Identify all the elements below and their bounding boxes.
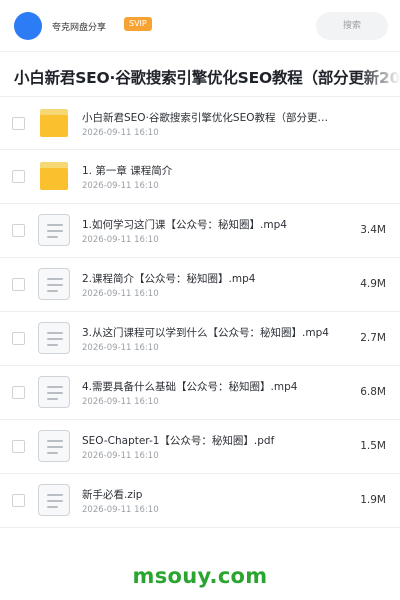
- list-item[interactable]: 1. 第一章 课程简介 2026-09-11 16:10: [0, 150, 400, 204]
- file-icon: [38, 268, 70, 300]
- item-size: 1.5M: [360, 440, 386, 452]
- file-icon: [38, 376, 70, 408]
- item-date: 2026-09-11 16:10: [82, 397, 159, 407]
- item-checkbox[interactable]: [12, 494, 25, 507]
- list-item[interactable]: 小白新君SEO·谷歌搜索引擎优化SEO教程（部分更… 2026-09-11 16…: [0, 96, 400, 150]
- item-date: 2026-09-11 16:10: [82, 235, 159, 245]
- item-size: 6.8M: [360, 386, 386, 398]
- item-checkbox[interactable]: [12, 440, 25, 453]
- header: 夸克网盘分享 SVIP 搜索: [0, 0, 400, 52]
- item-size: 1.9M: [360, 494, 386, 506]
- file-icon: [38, 322, 70, 354]
- item-date: 2026-09-11 16:10: [82, 181, 159, 191]
- item-name: 1.如何学习这门课【公众号：秘知圈】.mp4: [82, 219, 287, 231]
- item-checkbox[interactable]: [12, 278, 25, 291]
- page-title: 小白新君SEO·谷歌搜索引擎优化SEO教程（部分更新2026: [14, 69, 400, 87]
- folder-icon: [40, 162, 68, 190]
- list-item[interactable]: 4.需要具备什么基础【公众号：秘知圈】.mp4 2026-09-11 16:10…: [0, 366, 400, 420]
- list-item[interactable]: 1.如何学习这门课【公众号：秘知圈】.mp4 2026-09-11 16:10 …: [0, 204, 400, 258]
- list-item[interactable]: 2.课程简介【公众号：秘知圈】.mp4 2026-09-11 16:10 4.9…: [0, 258, 400, 312]
- item-checkbox[interactable]: [12, 386, 25, 399]
- item-checkbox[interactable]: [12, 170, 25, 183]
- item-date: 2026-09-11 16:10: [82, 128, 159, 138]
- file-icon: [38, 430, 70, 462]
- file-icon: [38, 484, 70, 516]
- item-name: 2.课程简介【公众号：秘知圈】.mp4: [82, 273, 256, 285]
- item-size: 2.7M: [360, 332, 386, 344]
- item-date: 2026-09-11 16:10: [82, 343, 159, 353]
- item-name: 新手必看.zip: [82, 489, 143, 501]
- item-date: 2026-09-11 16:10: [82, 451, 159, 461]
- item-name: 3.从这门课程可以学到什么【公众号：秘知圈】.mp4: [82, 327, 329, 339]
- search-input[interactable]: 搜索: [316, 12, 388, 40]
- title-fade: [360, 62, 400, 90]
- item-checkbox[interactable]: [12, 224, 25, 237]
- item-name: 1. 第一章 课程简介: [82, 165, 173, 177]
- file-list: 小白新君SEO·谷歌搜索引擎优化SEO教程（部分更… 2026-09-11 16…: [0, 96, 400, 528]
- item-size: 3.4M: [360, 224, 386, 236]
- item-name: 4.需要具备什么基础【公众号：秘知圈】.mp4: [82, 381, 298, 393]
- item-date: 2026-09-11 16:10: [82, 289, 159, 299]
- user-name: 夸克网盘分享: [52, 23, 107, 33]
- svip-badge: SVIP: [124, 17, 152, 31]
- list-item[interactable]: SEO-Chapter-1【公众号：秘知圈】.pdf 2026-09-11 16…: [0, 420, 400, 474]
- item-name: SEO-Chapter-1【公众号：秘知圈】.pdf: [82, 435, 275, 447]
- list-item[interactable]: 新手必看.zip 2026-09-11 16:10 1.9M: [0, 474, 400, 528]
- avatar[interactable]: [14, 12, 42, 40]
- folder-icon: [40, 109, 68, 137]
- list-item[interactable]: 3.从这门课程可以学到什么【公众号：秘知圈】.mp4 2026-09-11 16…: [0, 312, 400, 366]
- watermark-text: msouy.com: [132, 564, 268, 588]
- item-date: 2026-09-11 16:10: [82, 505, 159, 515]
- file-icon: [38, 214, 70, 246]
- item-name: 小白新君SEO·谷歌搜索引擎优化SEO教程（部分更…: [82, 112, 328, 124]
- item-checkbox[interactable]: [12, 117, 25, 130]
- item-size: 4.9M: [360, 278, 386, 290]
- item-checkbox[interactable]: [12, 332, 25, 345]
